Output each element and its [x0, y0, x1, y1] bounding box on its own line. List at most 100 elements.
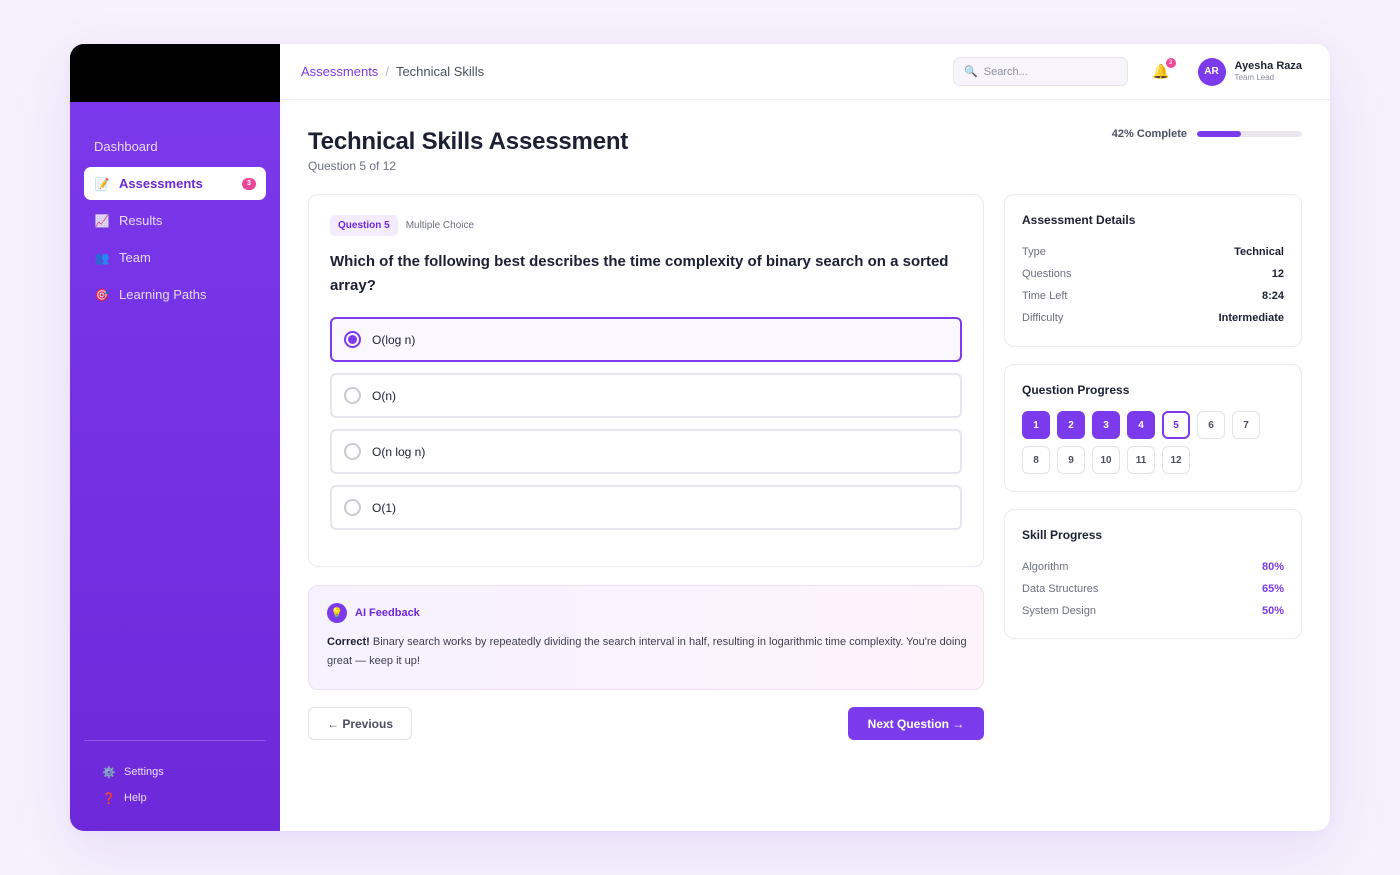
- progress-track: [1197, 131, 1302, 137]
- detail-row: Difficulty Intermediate: [1022, 307, 1284, 329]
- feedback-header: 💡 AI Feedback: [327, 603, 965, 623]
- question-grid: 1 2 3 4 5 6 7 8 9 10 11 12: [1022, 411, 1272, 481]
- page-subtitle: Question 5 of 12: [308, 159, 397, 173]
- notification-badge: 3: [1165, 58, 1176, 68]
- option-label: O(n): [372, 388, 396, 403]
- radio-button[interactable]: [344, 331, 361, 348]
- question-progress-panel: Question Progress 1 2 3 4 5 6 7 8 9 10 1…: [1004, 364, 1302, 492]
- question-jump-button[interactable]: 1: [1022, 411, 1050, 439]
- panel-title: Skill Progress: [1022, 528, 1103, 542]
- detail-key: Questions: [1022, 268, 1072, 280]
- user-menu[interactable]: AR Ayesha Raza Team Lead: [1197, 57, 1302, 86]
- radio-button[interactable]: [344, 499, 361, 516]
- sidebar-item-help[interactable]: ❓ Help: [84, 785, 266, 811]
- question-jump-button[interactable]: 8: [1022, 446, 1050, 474]
- feedback-text: Correct! Binary search works by repeated…: [327, 633, 967, 671]
- skill-row: Data Structures 65%: [1022, 578, 1284, 600]
- sidebar-nav: Dashboard 📝 Assessments 3 📈 Results 👥 Te…: [70, 102, 280, 311]
- progress-label: 42% Complete: [1111, 128, 1187, 140]
- detail-value: Intermediate: [1218, 312, 1284, 324]
- breadcrumb-separator: /: [385, 64, 389, 79]
- question-tags: Question 5 Multiple Choice: [330, 215, 962, 236]
- sidebar-item-settings[interactable]: ⚙️ Settings: [84, 759, 266, 785]
- sidebar-item-assessments[interactable]: 📝 Assessments 3: [84, 167, 266, 200]
- answer-options: O(log n) O(n) O(n log n) O(1): [330, 317, 962, 530]
- count-badge: 3: [242, 177, 256, 190]
- skill-value: 50%: [1261, 605, 1284, 617]
- top-bar: Assessments / Technical Skills 🔍 🔔 3 AR …: [280, 44, 1330, 100]
- question-jump-button[interactable]: 12: [1162, 446, 1190, 474]
- question-jump-button[interactable]: 5: [1162, 411, 1190, 439]
- sidebar-item-label: Help: [124, 792, 147, 804]
- skill-name: Data Structures: [1022, 583, 1099, 595]
- answer-option[interactable]: O(n): [330, 373, 962, 418]
- detail-key: Type: [1022, 246, 1046, 258]
- option-label: O(1): [372, 500, 396, 515]
- skill-progress-panel: Skill Progress Algorithm 80% Data Struct…: [1004, 509, 1302, 639]
- breadcrumb: Assessments / Technical Skills: [301, 64, 484, 79]
- notification-bell[interactable]: 🔔 3: [1152, 58, 1176, 80]
- detail-value: 8:24: [1261, 290, 1284, 302]
- question-jump-button[interactable]: 7: [1232, 411, 1260, 439]
- search-input[interactable]: [983, 65, 1104, 78]
- gear-icon: ⚙️: [102, 766, 116, 779]
- radio-button[interactable]: [344, 387, 361, 404]
- search-box[interactable]: 🔍: [953, 57, 1129, 86]
- question-type: Multiple Choice: [405, 220, 475, 231]
- question-jump-button[interactable]: 4: [1127, 411, 1155, 439]
- sidebar-item-results[interactable]: 📈 Results: [84, 204, 266, 237]
- breadcrumb-link-assessments[interactable]: Assessments: [301, 64, 378, 79]
- question-jump-button[interactable]: 3: [1092, 411, 1120, 439]
- assessment-details-panel: Assessment Details Type Technical Questi…: [1004, 194, 1302, 347]
- next-question-button[interactable]: Next Question →: [848, 707, 984, 740]
- logo-area: [70, 44, 280, 102]
- previous-button[interactable]: ← Previous: [308, 707, 412, 740]
- search-icon: 🔍: [964, 66, 978, 78]
- sidebar-item-label: Learning Paths: [119, 287, 207, 302]
- radio-button[interactable]: [344, 443, 361, 460]
- sidebar-item-label: Dashboard: [94, 139, 158, 154]
- detail-key: Time Left: [1022, 290, 1068, 302]
- sidebar: Dashboard 📝 Assessments 3 📈 Results 👥 Te…: [70, 44, 280, 831]
- sidebar-item-label: Team: [119, 250, 151, 265]
- sidebar-item-label: Results: [119, 213, 163, 228]
- sidebar-item-team[interactable]: 👥 Team: [84, 241, 266, 274]
- main-content: Assessments / Technical Skills 🔍 🔔 3 AR …: [280, 44, 1330, 831]
- people-icon: 👥: [94, 250, 110, 265]
- user-meta: Ayesha Raza Team Lead: [1235, 61, 1302, 82]
- target-icon: 🎯: [94, 287, 110, 302]
- question-number-tag: Question 5: [330, 215, 398, 236]
- answer-option[interactable]: O(log n): [330, 317, 962, 362]
- progress-fill: [1197, 131, 1242, 137]
- skill-name: System Design: [1022, 605, 1096, 617]
- skill-value: 80%: [1261, 561, 1284, 573]
- question-jump-button[interactable]: 10: [1092, 446, 1120, 474]
- memo-icon: 📝: [94, 176, 110, 191]
- sidebar-footer: ⚙️ Settings ❓ Help: [84, 740, 266, 811]
- question-jump-button[interactable]: 6: [1197, 411, 1225, 439]
- question-icon: ❓: [102, 792, 116, 805]
- detail-value: Technical: [1234, 246, 1284, 258]
- answer-option[interactable]: O(1): [330, 485, 962, 530]
- question-jump-button[interactable]: 11: [1127, 446, 1155, 474]
- app-window: Dashboard 📝 Assessments 3 📈 Results 👥 Te…: [70, 44, 1330, 831]
- chart-icon: 📈: [94, 213, 110, 228]
- page-title: Technical Skills Assessment: [308, 128, 629, 155]
- panel-title: Assessment Details: [1022, 213, 1136, 227]
- user-name: Ayesha Raza: [1234, 60, 1302, 72]
- detail-value: 12: [1271, 268, 1284, 280]
- feedback-lead: Correct!: [327, 636, 370, 648]
- breadcrumb-current: Technical Skills: [395, 64, 485, 79]
- option-label: O(n log n): [372, 444, 426, 459]
- option-label: O(log n): [372, 332, 416, 347]
- sidebar-item-dashboard[interactable]: Dashboard: [84, 130, 266, 163]
- sidebar-item-label: Settings: [124, 766, 164, 778]
- question-jump-button[interactable]: 2: [1057, 411, 1085, 439]
- skill-value: 65%: [1261, 583, 1284, 595]
- question-jump-button[interactable]: 9: [1057, 446, 1085, 474]
- answer-option[interactable]: O(n log n): [330, 429, 962, 474]
- sidebar-item-learning-paths[interactable]: 🎯 Learning Paths: [84, 278, 266, 311]
- ai-feedback-card: 💡 AI Feedback Correct! Binary search wor…: [308, 585, 984, 690]
- detail-row: Type Technical: [1022, 241, 1284, 263]
- question-card: Question 5 Multiple Choice Which of the …: [308, 194, 984, 567]
